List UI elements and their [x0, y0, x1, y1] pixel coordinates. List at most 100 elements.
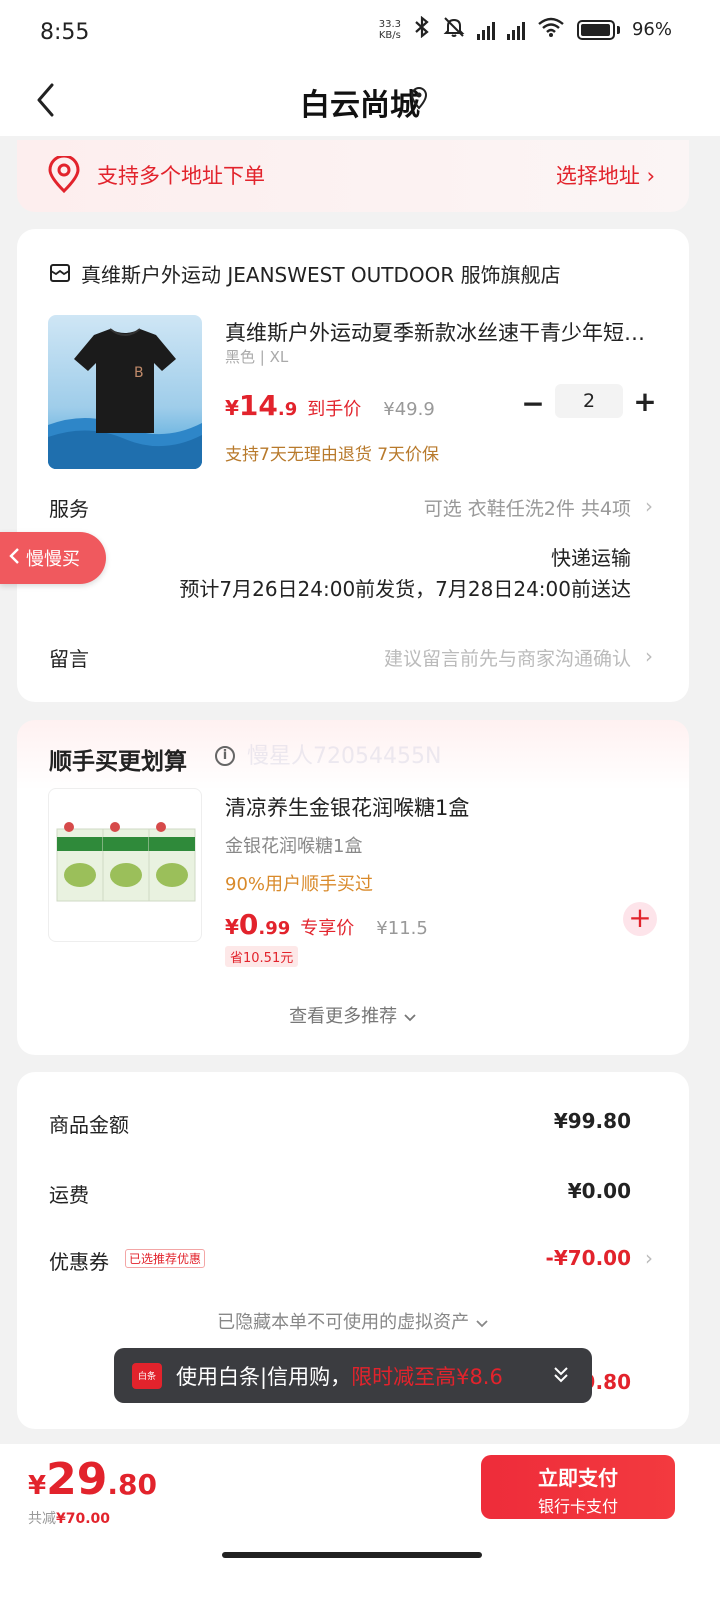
recommend-card: 顺手买更划算 i 慢星人72054455N 清凉养生金银花润喉糖1盒 金银花润喉… — [17, 720, 689, 1055]
product-image[interactable]: B — [48, 315, 202, 469]
signal-icon — [476, 20, 495, 40]
shipping-value: ¥0.00 — [567, 1179, 631, 1203]
price-integer: 14 — [238, 389, 278, 422]
pay-method-label: 银行卡支付 — [537, 1497, 618, 1516]
select-address-link[interactable]: 选择地址 › — [556, 160, 655, 190]
bluetooth-icon — [413, 15, 431, 43]
watermark: 慢星人72054455N — [247, 744, 442, 769]
mute-icon — [443, 16, 465, 43]
message-label: 留言 — [49, 647, 89, 671]
total-decimal: .80 — [107, 1468, 157, 1501]
select-address-label: 选择地址 — [555, 164, 640, 188]
chevron-right-icon[interactable]: › — [645, 644, 653, 668]
info-icon[interactable]: i — [215, 746, 235, 766]
home-indicator[interactable] — [222, 1552, 482, 1558]
status-time: 8:55 — [40, 20, 90, 45]
nav-bar: 白云尚城 — [0, 64, 720, 136]
price-label: 专享价 — [300, 918, 355, 939]
wifi-icon — [537, 16, 565, 43]
quantity-plus-button[interactable]: + — [629, 384, 661, 418]
coupon-label: 优惠券 — [49, 1250, 109, 1274]
service-label: 服务 — [49, 497, 89, 521]
minus-icon: − — [521, 386, 545, 420]
quantity-minus-button[interactable]: − — [517, 386, 549, 420]
location-pin-icon[interactable] — [410, 86, 428, 114]
total-saved[interactable]: 共减¥70.00 — [28, 1508, 110, 1528]
recommend-title: 顺手买更划算 — [49, 749, 187, 775]
multi-address-text: 支持多个地址下单 — [97, 164, 265, 188]
toast-text: 使用白条|信用购， — [176, 1364, 352, 1389]
hidden-assets-toggle[interactable]: 已隐藏本单不可使用的虚拟资产 — [17, 1308, 689, 1334]
battery-icon — [576, 19, 620, 40]
goods-amount-value: ¥99.80 — [553, 1109, 631, 1133]
plus-icon: + — [633, 384, 657, 418]
total-price: ¥ 29 .80 — [28, 1454, 157, 1505]
price-decimal: .9 — [277, 399, 298, 420]
add-item-button[interactable]: + — [623, 902, 657, 936]
shop-icon — [49, 262, 71, 288]
total-integer: 29 — [46, 1454, 108, 1505]
guarantee-text: 支持7天无理由退货 7天价保 — [225, 445, 440, 465]
chevron-down-icon[interactable] — [552, 1364, 570, 1390]
saved-amount: ¥70.00 — [56, 1511, 111, 1527]
recommend-item-sub: 金银花润喉糖1盒 — [225, 836, 363, 857]
hidden-assets-label: 已隐藏本单不可使用的虚拟资产 — [217, 1312, 470, 1333]
quantity-input[interactable]: 2 — [555, 384, 623, 418]
chevron-down-icon — [403, 1006, 417, 1027]
shipping-label: 运费 — [49, 1183, 89, 1207]
pay-now-label: 立即支付 — [538, 1466, 618, 1490]
price-label: 到手价 — [307, 399, 362, 420]
delivery-date[interactable]: 预计7月26日24:00前发货，7月28日24:00前送达 — [179, 573, 631, 602]
price-decimal: .99 — [258, 918, 291, 939]
original-price: ¥49.9 — [383, 399, 435, 420]
battery-percent: 96% — [631, 19, 672, 40]
price-currency: ¥ — [225, 396, 239, 420]
chevron-left-icon — [8, 547, 20, 570]
svg-text:B: B — [134, 365, 144, 381]
credit-payment-toast[interactable]: 白条 使用白条|信用购， 限时减至高¥8.6 — [114, 1348, 592, 1403]
page-title: 白云尚城 — [300, 88, 420, 123]
product-title[interactable]: 真维斯户外运动夏季新款冰丝速干青少年短袖T恤 — [225, 317, 655, 347]
recommend-item-social: 90%用户顺手买过 — [225, 874, 374, 895]
product-price: ¥ 14 .9 到手价 ¥49.9 — [225, 389, 435, 422]
goods-amount-label: 商品金额 — [49, 1113, 129, 1137]
slow-buy-tab[interactable]: 慢慢买 — [0, 532, 106, 584]
baitiao-logo: 白条 — [132, 1362, 162, 1389]
chevron-right-icon: › — [646, 164, 655, 188]
network-speed-value: 33.3 — [378, 18, 401, 30]
status-icons: 33.3 KB/s 96% — [379, 15, 672, 43]
network-speed-unit: KB/s — [378, 29, 401, 41]
signal-icon — [506, 20, 525, 40]
address-banner[interactable]: 支持多个地址下单 选择地址 › — [17, 140, 689, 212]
network-speed: 33.3 KB/s — [379, 19, 401, 41]
saving-badge: 省10.51元 — [225, 946, 299, 967]
message-input[interactable]: 建议留言前先与商家沟通确认 — [384, 644, 631, 671]
delivery-method[interactable]: 快递运输 — [551, 542, 631, 571]
original-price: ¥11.5 — [376, 918, 428, 939]
location-pin-icon — [47, 154, 81, 198]
recommend-item-image[interactable] — [48, 788, 202, 942]
toast-promo: 限时减至高¥8.6 — [351, 1364, 503, 1389]
price-currency: ¥ — [225, 915, 239, 939]
chevron-right-icon[interactable]: › — [645, 1246, 653, 1270]
chevron-down-icon — [475, 1312, 489, 1333]
slow-buy-label: 慢慢买 — [26, 549, 80, 570]
saved-label: 共减 — [28, 1511, 56, 1527]
coupon-tag: 已选推荐优惠 — [125, 1249, 206, 1268]
more-recommendations-label: 查看更多推荐 — [289, 1006, 398, 1027]
coupon-value[interactable]: -¥70.00 — [546, 1246, 631, 1270]
plus-icon: + — [628, 901, 652, 934]
price-integer: 0 — [238, 908, 259, 941]
bottom-bar: ¥ 29 .80 共减¥70.00 立即支付 银行卡支付 — [0, 1444, 720, 1600]
chevron-right-icon[interactable]: › — [645, 494, 653, 518]
recommend-item-name[interactable]: 清凉养生金银花润喉糖1盒 — [225, 792, 469, 822]
shop-name[interactable]: 真维斯户外运动 JEANSWEST OUTDOOR 服饰旗舰店 — [81, 259, 561, 288]
more-recommendations-link[interactable]: 查看更多推荐 — [17, 1002, 689, 1028]
status-bar: 8:55 33.3 KB/s 96% — [0, 0, 720, 64]
total-currency: ¥ — [28, 1471, 47, 1501]
service-value[interactable]: 可选 衣鞋任洗2件 共4项 — [424, 494, 631, 521]
product-spec[interactable]: 黑色 | XL — [225, 346, 288, 367]
pay-now-button[interactable]: 立即支付 银行卡支付 — [481, 1455, 675, 1519]
recommend-item-price: ¥ 0 .99 专享价 ¥11.5 — [225, 908, 428, 941]
shop-card: 真维斯户外运动 JEANSWEST OUTDOOR 服饰旗舰店 B 真维斯户外运… — [17, 229, 689, 702]
